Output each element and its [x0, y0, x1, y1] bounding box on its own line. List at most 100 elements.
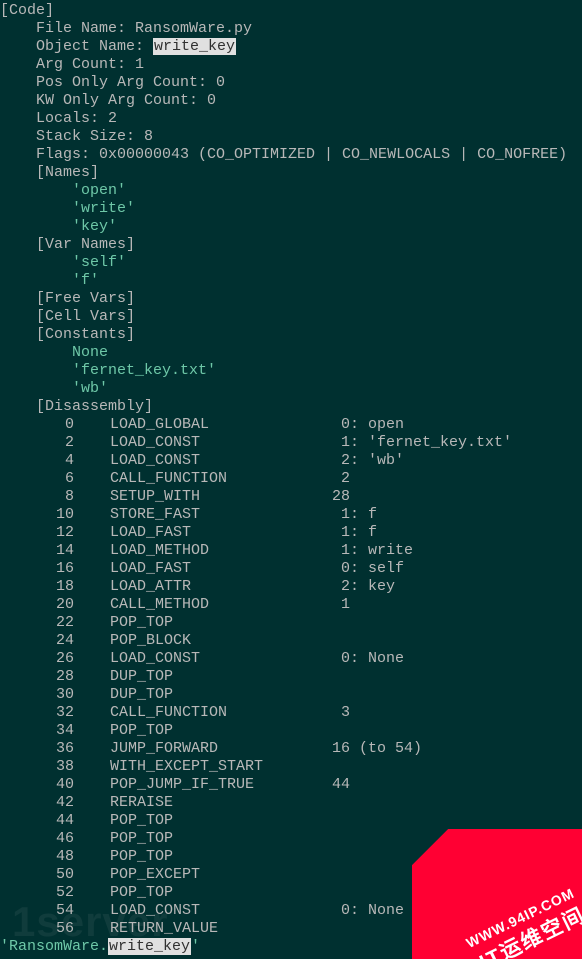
pos-only-arg-count: Pos Only Arg Count: 0 [0, 74, 582, 92]
disasm-opcode: STORE_FAST [110, 506, 320, 524]
disasm-arg: 2 [320, 470, 350, 488]
disasm-arg: 0 [320, 416, 350, 434]
disasm-row: 4LOAD_CONST2: 'wb' [0, 452, 582, 470]
disasm-argval: : f [350, 524, 377, 542]
disasm-arg: 0 [320, 902, 350, 920]
disasm-row: 18LOAD_ATTR2: key [0, 578, 582, 596]
constant-item: 'fernet_key.txt' [0, 362, 582, 380]
disasm-offset: 50 [0, 866, 110, 884]
disasm-opcode: CALL_METHOD [110, 596, 320, 614]
disasm-argval: : self [350, 560, 404, 578]
disasm-opcode: RETURN_VALUE [110, 920, 320, 938]
disasm-opcode: RERAISE [110, 794, 320, 812]
footer-suffix: ' [191, 938, 200, 955]
kw-only-arg-count: KW Only Arg Count: 0 [0, 92, 582, 110]
disasm-row: 16LOAD_FAST0: self [0, 560, 582, 578]
disasm-opcode: DUP_TOP [110, 668, 320, 686]
var-name-item: 'f' [0, 272, 582, 290]
disasm-argval: : write [350, 542, 413, 560]
disasm-arg [320, 614, 350, 632]
disasm-offset: 18 [0, 578, 110, 596]
object-name-label: Object Name: [0, 38, 153, 55]
disasm-offset: 24 [0, 632, 110, 650]
disasm-arg: 1 [320, 524, 350, 542]
disasm-opcode: LOAD_CONST [110, 650, 320, 668]
disasm-offset: 4 [0, 452, 110, 470]
disasm-row: 26LOAD_CONST0: None [0, 650, 582, 668]
disasm-arg [320, 866, 350, 884]
disasm-arg: 16 [320, 740, 350, 758]
disasm-row: 24POP_BLOCK [0, 632, 582, 650]
disasm-offset: 34 [0, 722, 110, 740]
free-vars-tag: [Free Vars] [0, 290, 582, 308]
disasm-arg: 1 [320, 542, 350, 560]
disasm-arg [320, 920, 350, 938]
disasm-arg: 0 [320, 560, 350, 578]
disasm-opcode: POP_TOP [110, 614, 320, 632]
disasm-arg: 44 [320, 776, 350, 794]
disasm-opcode: JUMP_FORWARD [110, 740, 320, 758]
disasm-arg: 2 [320, 578, 350, 596]
disasm-opcode: LOAD_CONST [110, 902, 320, 920]
disasm-argval: : open [350, 416, 404, 434]
disasm-arg: 1 [320, 596, 350, 614]
disasm-offset: 38 [0, 758, 110, 776]
disasm-opcode: POP_BLOCK [110, 632, 320, 650]
disasm-arg [320, 884, 350, 902]
disasm-offset: 42 [0, 794, 110, 812]
disasm-row: 42RERAISE [0, 794, 582, 812]
disasm-argval: : None [350, 650, 404, 668]
code-tag: [Code] [0, 2, 582, 20]
disasm-offset: 14 [0, 542, 110, 560]
name-item: 'write' [0, 200, 582, 218]
disasm-opcode: LOAD_ATTR [110, 578, 320, 596]
site-banner: WWW.94IP.COM IT运维空间 [412, 829, 582, 959]
name-item: 'key' [0, 218, 582, 236]
disasm-offset: 28 [0, 668, 110, 686]
disasm-opcode: CALL_FUNCTION [110, 470, 320, 488]
terminal-output: [Code] File Name: RansomWare.py Object N… [0, 2, 582, 956]
disasm-argval: : None [350, 902, 404, 920]
disasm-row: 28DUP_TOP [0, 668, 582, 686]
disasm-offset: 20 [0, 596, 110, 614]
disasm-arg: 0 [320, 650, 350, 668]
disasm-opcode: POP_TOP [110, 722, 320, 740]
disasm-arg: 3 [320, 704, 350, 722]
var-names-tag: [Var Names] [0, 236, 582, 254]
disasm-row: 12LOAD_FAST1: f [0, 524, 582, 542]
disasm-offset: 2 [0, 434, 110, 452]
constants-tag: [Constants] [0, 326, 582, 344]
footer-prefix: 'RansomWare. [0, 938, 108, 955]
disasm-row: 2LOAD_CONST1: 'fernet_key.txt' [0, 434, 582, 452]
object-name-value: write_key [153, 38, 236, 55]
disasm-opcode: CALL_FUNCTION [110, 704, 320, 722]
disasm-arg [320, 794, 350, 812]
disasm-row: 30DUP_TOP [0, 686, 582, 704]
disasm-row: 32CALL_FUNCTION3 [0, 704, 582, 722]
flags: Flags: 0x00000043 (CO_OPTIMIZED | CO_NEW… [0, 146, 582, 164]
var-name-item: 'self' [0, 254, 582, 272]
disasm-arg [320, 668, 350, 686]
arg-count: Arg Count: 1 [0, 56, 582, 74]
disasm-offset: 52 [0, 884, 110, 902]
disasm-row: 20CALL_METHOD1 [0, 596, 582, 614]
disasm-offset: 26 [0, 650, 110, 668]
disasm-row: 6CALL_FUNCTION2 [0, 470, 582, 488]
disasm-row: 0LOAD_GLOBAL0: open [0, 416, 582, 434]
disasm-opcode: POP_TOP [110, 884, 320, 902]
disasm-offset: 56 [0, 920, 110, 938]
disasm-row: 8SETUP_WITH28 [0, 488, 582, 506]
disasm-argval: : 'fernet_key.txt' [350, 434, 512, 452]
disasm-opcode: POP_TOP [110, 812, 320, 830]
disasm-offset: 36 [0, 740, 110, 758]
disasm-offset: 54 [0, 902, 110, 920]
disasm-opcode: POP_TOP [110, 830, 320, 848]
cell-vars-tag: [Cell Vars] [0, 308, 582, 326]
disasm-row: 10STORE_FAST1: f [0, 506, 582, 524]
disasm-offset: 8 [0, 488, 110, 506]
disasm-row: 44POP_TOP [0, 812, 582, 830]
disasm-opcode: WITH_EXCEPT_START [110, 758, 320, 776]
disasm-offset: 16 [0, 560, 110, 578]
disasm-row: 14LOAD_METHOD1: write [0, 542, 582, 560]
disasm-offset: 46 [0, 830, 110, 848]
